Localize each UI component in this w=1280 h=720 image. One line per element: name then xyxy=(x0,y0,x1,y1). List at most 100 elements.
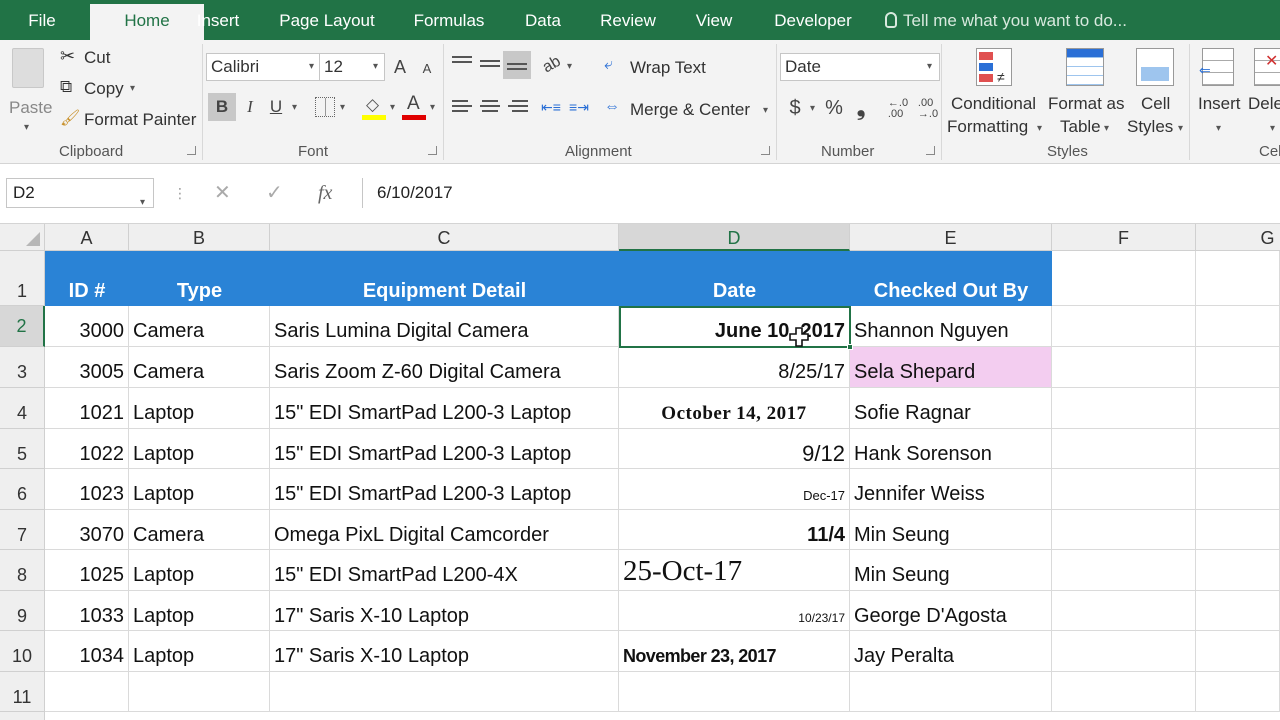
cell-id[interactable]: 1033 xyxy=(45,591,129,631)
row-header-2[interactable]: 2 xyxy=(0,306,45,347)
number-launcher-icon[interactable] xyxy=(926,146,935,155)
wrap-text-button[interactable]: ⤶ Wrap Text xyxy=(604,54,734,80)
cell-id[interactable]: 3070 xyxy=(45,510,129,550)
cell-detail[interactable]: 15" EDI SmartPad L200-4X xyxy=(270,550,619,591)
cell-empty[interactable] xyxy=(129,672,270,712)
cell-empty[interactable] xyxy=(45,672,129,712)
align-left-button[interactable] xyxy=(452,100,472,114)
cell-type[interactable]: Laptop xyxy=(129,469,270,510)
cell-empty[interactable] xyxy=(1196,631,1280,672)
column-header-b[interactable]: B xyxy=(129,224,270,251)
cell-date[interactable]: 25-Oct-17 xyxy=(619,550,850,591)
formula-input[interactable]: 6/10/2017 xyxy=(362,178,1280,208)
number-format-select[interactable]: Date xyxy=(780,53,940,81)
comma-style-button[interactable]: ❟ xyxy=(853,95,869,121)
tab-review[interactable]: Review xyxy=(592,0,664,40)
column-header-a[interactable]: A xyxy=(45,224,129,251)
tab-page-layout[interactable]: Page Layout xyxy=(272,0,382,40)
cell-empty[interactable] xyxy=(1052,469,1196,510)
row-header-10[interactable]: 10 xyxy=(0,631,45,672)
font-name-select[interactable]: Calibri xyxy=(206,53,320,81)
header-cell-type[interactable]: Type xyxy=(129,251,270,306)
increase-decimal-icon[interactable]: ←.0.00 xyxy=(884,94,912,124)
cell-detail[interactable]: 15" EDI SmartPad L200-3 Laptop xyxy=(270,388,619,429)
select-all-button[interactable] xyxy=(0,224,45,251)
format-as-table-button[interactable]: Format as Table ▾ xyxy=(1046,44,1128,138)
cell-type[interactable]: Camera xyxy=(129,347,270,388)
tab-file[interactable]: File xyxy=(14,0,70,40)
cell-date[interactable]: 10/23/17 xyxy=(619,591,850,631)
column-header-c[interactable]: C xyxy=(270,224,619,251)
row-header-3[interactable]: 3 xyxy=(0,347,45,388)
row-header-12[interactable] xyxy=(0,712,45,720)
cell-type[interactable]: Camera xyxy=(129,306,270,347)
row-header-8[interactable]: 8 xyxy=(0,550,45,591)
cell-date[interactable]: October 14, 2017 xyxy=(619,388,850,429)
name-box[interactable]: D2 ▾ xyxy=(6,178,154,208)
cell-empty[interactable] xyxy=(1052,510,1196,550)
header-cell-date[interactable]: Date xyxy=(619,251,850,306)
decrease-decimal-icon[interactable]: .00 →.0 xyxy=(914,94,942,124)
cell-date[interactable]: Dec-17 xyxy=(619,469,850,510)
decrease-indent-icon[interactable]: ⇤≡ xyxy=(538,96,564,118)
insert-cells-button[interactable]: ⇐ Insert ▾ xyxy=(1194,44,1246,138)
row-header-1[interactable]: 1 xyxy=(0,251,45,306)
borders-button[interactable] xyxy=(315,97,335,117)
header-cell-id[interactable]: ID # xyxy=(45,251,129,306)
cell-empty[interactable] xyxy=(1196,672,1280,712)
font-launcher-icon[interactable] xyxy=(428,146,437,155)
column-header-f[interactable]: F xyxy=(1052,224,1196,251)
cut-button[interactable]: ✂ Cut xyxy=(60,46,140,70)
align-right-button[interactable] xyxy=(508,100,528,114)
clipboard-launcher-icon[interactable] xyxy=(187,146,196,155)
copy-button[interactable]: ⧉ Copy ▾ xyxy=(60,77,150,101)
accounting-format-button[interactable]: $ xyxy=(786,95,804,121)
cell-checked-out-by-highlighted[interactable]: Sela Shepard xyxy=(850,347,1052,388)
cell-checked-out-by[interactable]: Hank Sorenson xyxy=(850,429,1052,469)
tab-data[interactable]: Data xyxy=(514,0,572,40)
cell-checked-out-by[interactable]: George D'Agosta xyxy=(850,591,1052,631)
alignment-launcher-icon[interactable] xyxy=(761,146,770,155)
cell-empty[interactable] xyxy=(270,672,619,712)
cell-checked-out-by[interactable]: Shannon Nguyen xyxy=(850,306,1052,347)
cell-empty[interactable] xyxy=(1052,388,1196,429)
enter-check-icon[interactable]: ✓ xyxy=(266,178,283,208)
header-cell-checked-out-by[interactable]: Checked Out By xyxy=(850,251,1052,306)
cell-checked-out-by[interactable]: Jay Peralta xyxy=(850,631,1052,672)
cell-empty[interactable] xyxy=(1052,631,1196,672)
cell-id[interactable]: 3005 xyxy=(45,347,129,388)
cell-f1[interactable] xyxy=(1052,251,1196,306)
orientation-icon[interactable]: ab xyxy=(536,49,568,80)
font-color-button[interactable]: A xyxy=(402,93,428,123)
tab-formulas[interactable]: Formulas xyxy=(406,0,492,40)
paste-button[interactable]: Paste ▾ xyxy=(6,44,52,134)
shrink-font-button[interactable]: A xyxy=(418,57,436,79)
cell-empty[interactable] xyxy=(1052,306,1196,347)
row-header-4[interactable]: 4 xyxy=(0,388,45,429)
conditional-formatting-button[interactable]: ≠ Conditional Formatting ▾ xyxy=(946,44,1046,138)
cell-date[interactable]: 8/25/17 xyxy=(619,347,850,388)
cell-id[interactable]: 1025 xyxy=(45,550,129,591)
cell-empty[interactable] xyxy=(1052,591,1196,631)
cell-empty[interactable] xyxy=(619,672,850,712)
fill-color-button[interactable]: ◇ xyxy=(362,93,388,123)
cell-empty[interactable] xyxy=(1196,347,1280,388)
cell-empty[interactable] xyxy=(1196,510,1280,550)
insert-function-icon[interactable]: fx xyxy=(318,178,332,208)
tell-me-search[interactable]: Tell me what you want to do... xyxy=(885,0,1127,40)
cell-date[interactable]: 9/12 xyxy=(619,429,850,469)
tab-insert[interactable]: Insert xyxy=(186,0,250,40)
cell-detail[interactable]: 17" Saris X-10 Laptop xyxy=(270,591,619,631)
cell-empty[interactable] xyxy=(1196,550,1280,591)
cell-type[interactable]: Laptop xyxy=(129,388,270,429)
cell-id[interactable]: 3000 xyxy=(45,306,129,347)
cell-checked-out-by[interactable]: Min Seung xyxy=(850,510,1052,550)
cell-empty[interactable] xyxy=(1052,550,1196,591)
row-header-6[interactable]: 6 xyxy=(0,469,45,510)
format-painter-button[interactable]: 🖌 Format Painter xyxy=(60,108,200,132)
middle-align-button[interactable] xyxy=(480,60,500,74)
percent-style-button[interactable]: % xyxy=(823,95,845,121)
column-header-d[interactable]: D xyxy=(619,224,850,251)
cell-id[interactable]: 1034 xyxy=(45,631,129,672)
cell-empty[interactable] xyxy=(1196,469,1280,510)
